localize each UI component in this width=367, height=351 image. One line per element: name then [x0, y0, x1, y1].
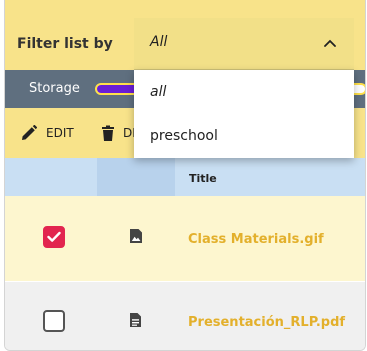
table-row[interactable]: Class Materials.gif	[5, 196, 365, 281]
row-checkbox[interactable]	[43, 310, 65, 332]
row-checkbox-checked[interactable]	[43, 226, 65, 248]
filter-option-all[interactable]: all	[134, 70, 354, 114]
trash-icon	[102, 125, 114, 141]
table-row[interactable]: Presentación_RLP.pdf	[5, 282, 365, 350]
storage-label: Storage	[29, 81, 80, 96]
table-header-icon-column	[97, 158, 175, 196]
pencil-icon	[22, 125, 37, 140]
chevron-up-icon	[324, 39, 336, 47]
filter-select-value: All	[150, 34, 168, 50]
filter-dropdown-menu: all preschool	[134, 70, 354, 158]
file-title[interactable]: Presentación_RLP.pdf	[188, 315, 345, 330]
edit-button-label: EDIT	[46, 126, 74, 140]
image-file-icon	[130, 229, 142, 243]
file-title[interactable]: Class Materials.gif	[188, 232, 324, 247]
file-list-panel: Filter list by Storage EDIT DELETE Title	[4, 0, 366, 351]
column-header-title[interactable]: Title	[189, 172, 217, 185]
document-file-icon	[130, 313, 141, 327]
filter-option-preschool[interactable]: preschool	[134, 114, 354, 158]
table-header: Title	[5, 158, 365, 196]
edit-button[interactable]: EDIT	[21, 108, 74, 158]
filter-select[interactable]: All	[134, 18, 354, 70]
checkmark-icon	[47, 231, 61, 242]
filter-label: Filter list by	[17, 36, 113, 52]
